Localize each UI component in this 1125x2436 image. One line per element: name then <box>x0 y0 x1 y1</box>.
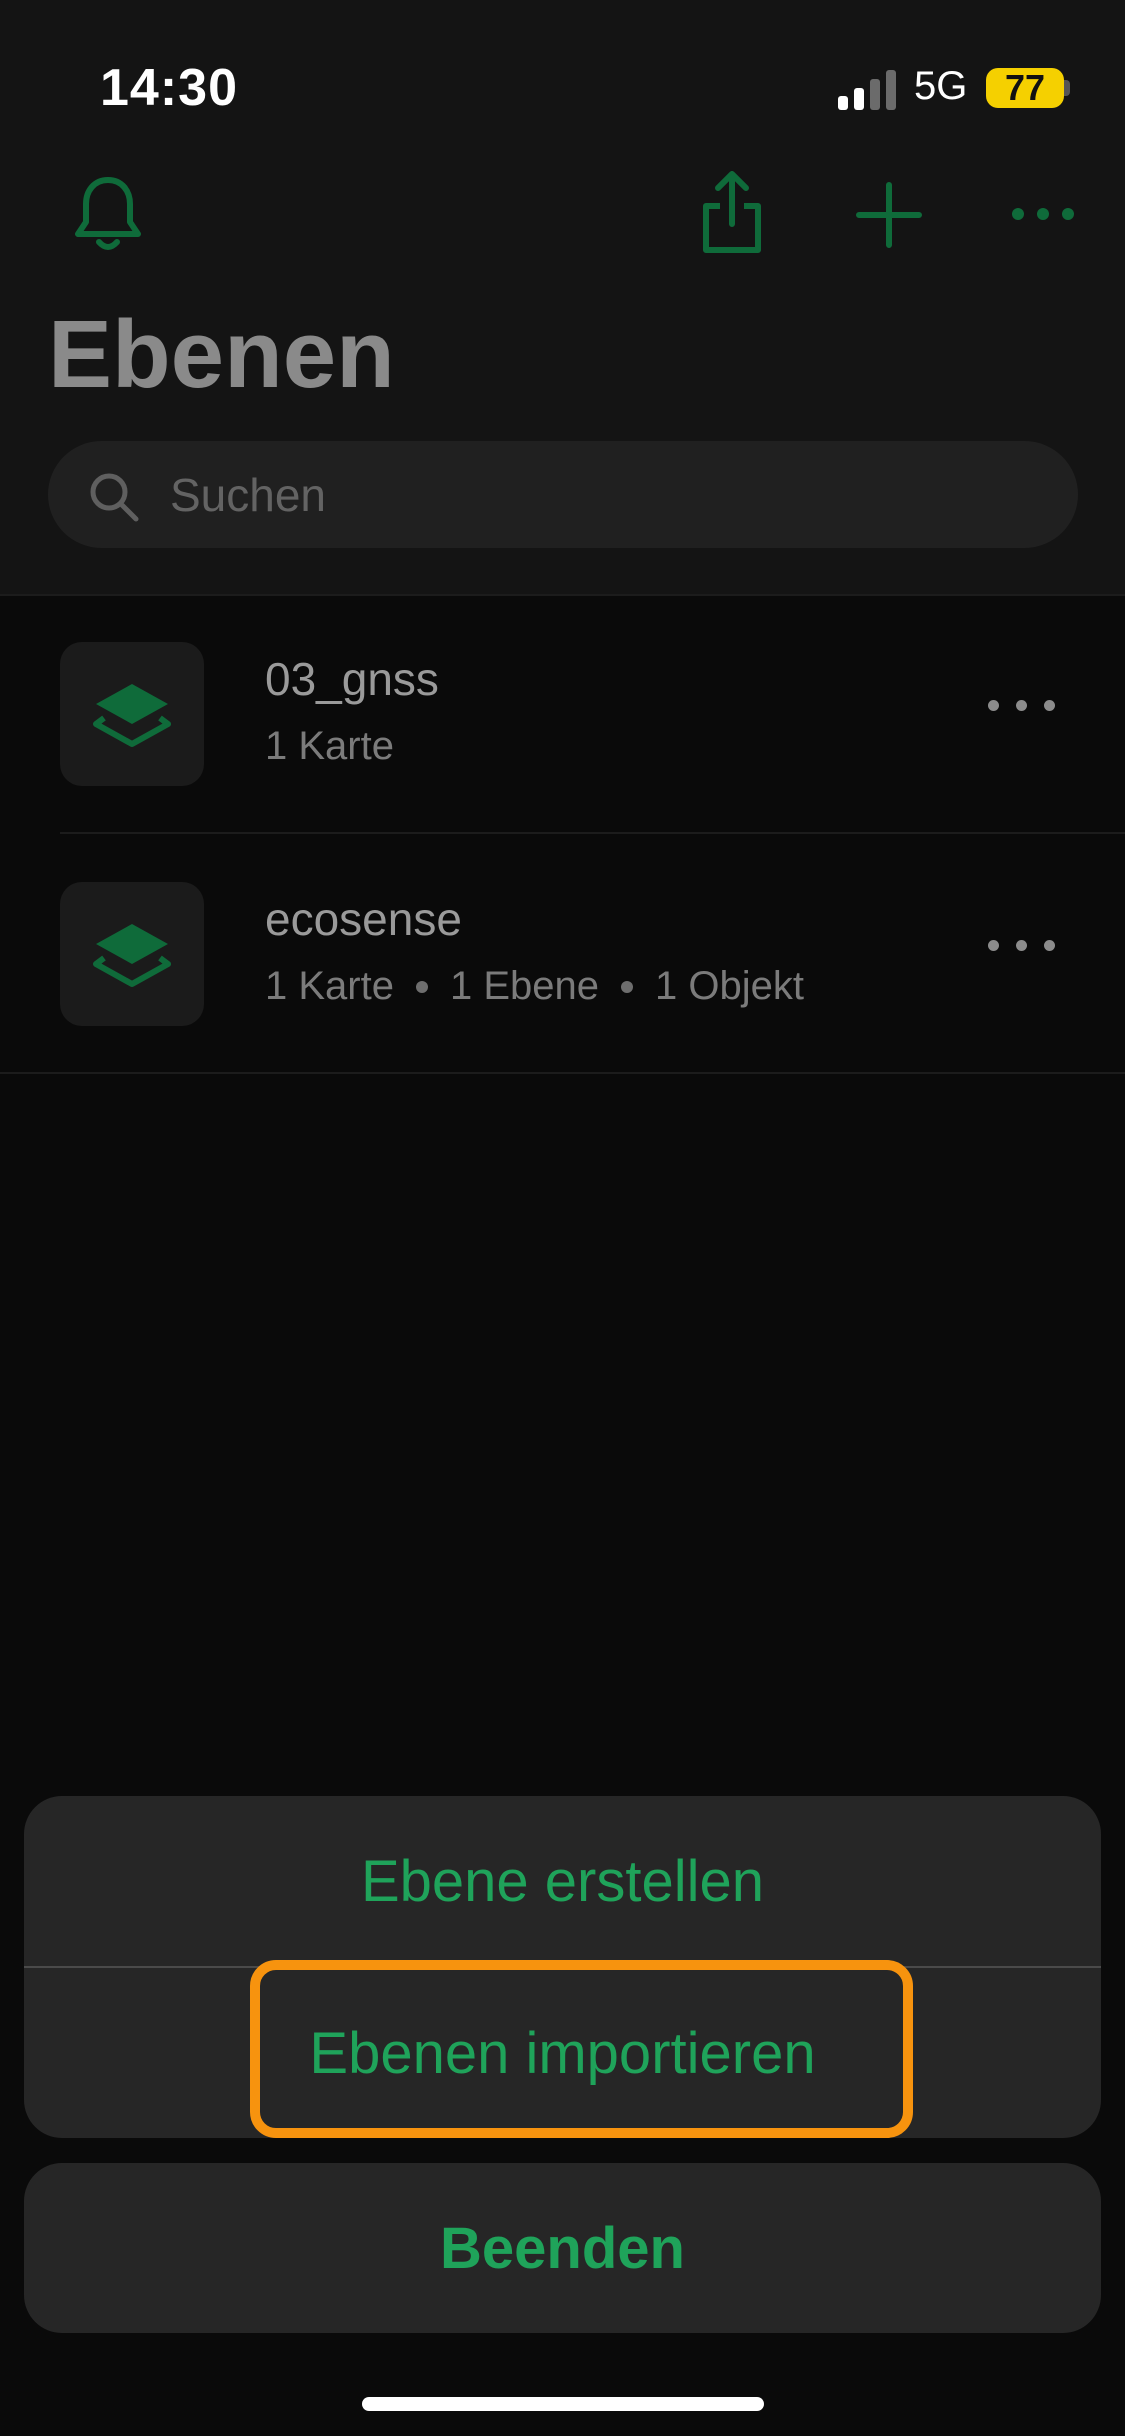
search-icon <box>90 473 139 522</box>
bell-icon[interactable] <box>72 174 144 254</box>
cancel-button[interactable]: Beenden <box>24 2163 1101 2333</box>
network-type: 5G <box>914 64 968 108</box>
signal-strength-icon <box>838 70 896 110</box>
home-indicator[interactable] <box>362 2397 764 2411</box>
list-bottom-divider <box>0 1072 1125 1074</box>
status-time: 14:30 <box>100 59 238 117</box>
meta-layers: 1 Ebene <box>449 964 599 1008</box>
separator-dot <box>415 980 428 993</box>
row-more-icon[interactable] <box>988 940 1055 951</box>
action-sheet: Ebene erstellen Ebenen importieren <box>24 1796 1101 2138</box>
create-layer-button[interactable]: Ebene erstellen <box>24 1796 1101 1966</box>
meta-maps: 1 Karte <box>265 724 394 768</box>
meta-maps: 1 Karte <box>265 964 394 1008</box>
search-input[interactable] <box>170 441 1020 548</box>
layer-thumbnail <box>60 642 204 786</box>
separator-dot <box>621 980 633 993</box>
import-layers-button[interactable]: Ebenen importieren <box>24 1968 1101 2138</box>
layers-icon <box>93 684 171 747</box>
search-bar[interactable] <box>48 441 1078 548</box>
layer-thumbnail <box>60 882 204 1026</box>
layer-name: 03_gnss <box>265 653 439 705</box>
layer-meta: 1 Karte <box>265 724 394 769</box>
layer-name: ecosense <box>265 893 462 945</box>
battery-cap-icon <box>1064 80 1070 96</box>
meta-objects: 1 Objekt <box>655 964 804 1008</box>
more-icon[interactable] <box>1010 206 1076 222</box>
battery-level: 77 <box>986 68 1064 108</box>
page-title: Ebenen <box>48 301 395 408</box>
layers-icon <box>93 924 171 987</box>
list-item[interactable]: ecosense 1 Karte 1 Ebene 1 Objekt <box>0 834 1125 1074</box>
plus-icon[interactable] <box>856 182 922 248</box>
share-icon[interactable] <box>700 170 764 254</box>
layer-meta: 1 Karte 1 Ebene 1 Objekt <box>265 964 804 1009</box>
row-more-icon[interactable] <box>988 700 1055 711</box>
list-item[interactable]: 03_gnss 1 Karte <box>0 594 1125 834</box>
